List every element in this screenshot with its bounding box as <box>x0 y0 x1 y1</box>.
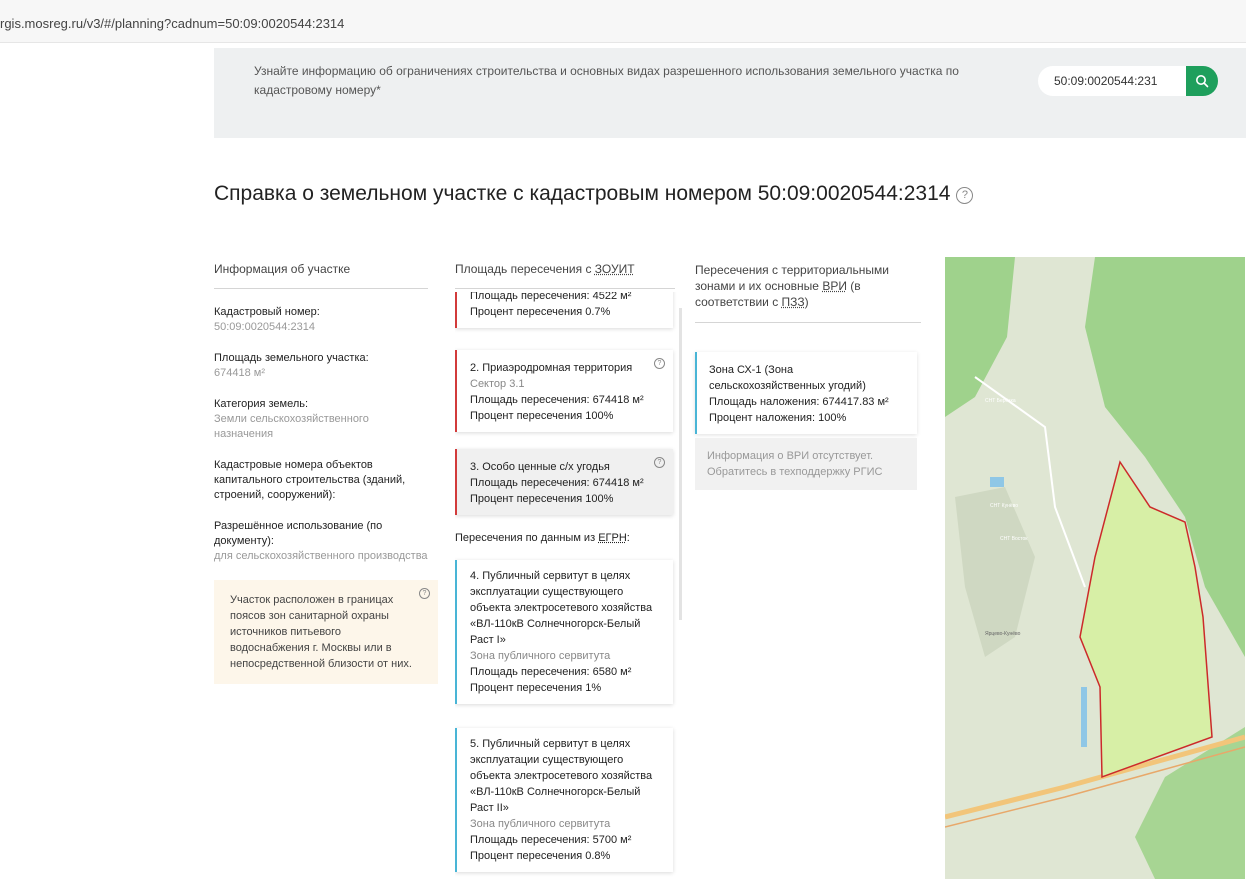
card-subtitle: Зона публичного сервитута <box>470 818 611 830</box>
browser-address-bar[interactable]: rgis.mosreg.ru/v3/#/planning?cadnum=50:0… <box>0 0 1246 43</box>
card-title: 5. Публичный сервитут в целях эксплуатац… <box>470 738 653 814</box>
zouit-column: Площадь пересечения с ЗОУИТ Площадь пере… <box>455 262 680 879</box>
egrn-card-4: 4. Публичный сервитут в целях эксплуатац… <box>455 560 673 704</box>
card-area: Площадь пересечения: 674418 м² <box>470 477 644 489</box>
help-icon[interactable]: ? <box>956 187 974 204</box>
card-subtitle: Зона публичного сервитута <box>470 650 611 662</box>
zone-area: Площадь наложения: 674417.83 м² <box>709 396 889 408</box>
field-permitted-use: Разрешённое использование (по документу)… <box>214 519 428 564</box>
card-percent: Процент пересечения 100% <box>470 493 614 505</box>
field-area: Площадь земельного участка: 674418 м² <box>214 351 428 381</box>
card-area: Площадь пересечения: 5700 м² <box>470 834 632 846</box>
map-label-yartsevo: Ярцево-Кунёво <box>985 631 1021 637</box>
card-area: Площадь пересечения: 674418 м² <box>470 394 644 406</box>
card-subtitle: Сектор 3.1 <box>470 378 525 390</box>
zouit-link[interactable]: ЗОУИТ <box>595 262 635 276</box>
zouit-header-text: Площадь пересечения с <box>455 262 595 276</box>
egrn-header-suffix: : <box>626 532 630 544</box>
egrn-header: Пересечения по данным из ЕГРН: <box>455 532 630 544</box>
card-title: 2. Приаэродромная территория <box>470 362 633 374</box>
card-title: 4. Публичный сервитут в целях эксплуатац… <box>470 570 653 646</box>
map-label-berezka: СНТ Берёзка <box>985 398 1016 404</box>
sanitary-zone-note: Участок расположен в границах поясов зон… <box>214 580 438 684</box>
help-icon[interactable]: ? <box>654 457 665 468</box>
page-title: Справка о земельном участке с кадастровы… <box>214 182 974 206</box>
card-title: 3. Особо ценные с/х угодья <box>470 461 610 473</box>
zouit-card-2: ? 2. Приаэродромная территория Сектор 3.… <box>455 350 673 432</box>
cadastral-search-input[interactable] <box>1038 66 1186 96</box>
field-label: Категория земель: <box>214 398 309 410</box>
zouit-header: Площадь пересечения с ЗОУИТ <box>455 262 675 289</box>
browser-url[interactable]: rgis.mosreg.ru/v3/#/planning?cadnum=50:0… <box>0 16 344 31</box>
zone-percent: Процент наложения: 100% <box>709 412 847 424</box>
search-icon <box>1196 75 1209 88</box>
help-icon[interactable]: ? <box>654 358 665 369</box>
search-panel: Узнайте информацию об ограничениях строи… <box>214 48 1246 138</box>
zones-header-suffix: ) <box>804 295 809 309</box>
parcel-info-header: Информация об участке <box>214 262 428 289</box>
vri-link[interactable]: ВРИ <box>822 279 847 293</box>
card-percent: Процент пересечения 0.7% <box>470 306 611 318</box>
vri-missing-info: Информация о ВРИ отсутствует. Обратитесь… <box>695 438 917 490</box>
zouit-card-1: Площадь пересечения: 4522 м² Процент пер… <box>455 292 673 328</box>
card-area: Площадь пересечения: 6580 м² <box>470 666 632 678</box>
help-icon[interactable]: ? <box>419 588 430 599</box>
card-percent: Процент пересечения 0.8% <box>470 850 611 862</box>
map-label-kunevo: СНТ Кунёво <box>990 503 1018 509</box>
page-title-text: Справка о земельном участке с кадастровы… <box>214 182 951 205</box>
map-canvas: СНТ Берёзка СНТ Кунёво СНТ Восток Ярцево… <box>945 257 1245 879</box>
field-label: Кадастровый номер: <box>214 306 320 318</box>
field-label: Кадастровые номера объектов капитального… <box>214 459 406 501</box>
egrn-link[interactable]: ЕГРН <box>598 532 627 544</box>
note-text: Участок расположен в границах поясов зон… <box>230 594 412 670</box>
zone-title: Зона СХ-1 (Зона сельскохозяйственных уго… <box>709 364 866 392</box>
map-view[interactable]: СНТ Берёзка СНТ Кунёво СНТ Восток Ярцево… <box>945 257 1245 879</box>
field-label: Разрешённое использование (по документу)… <box>214 520 383 547</box>
field-land-category: Категория земель: Земли сельскохозяйстве… <box>214 397 428 442</box>
field-value: 674418 м² <box>214 367 265 379</box>
zouit-scroll-area[interactable]: Площадь пересечения: 4522 м² Процент пер… <box>455 292 681 879</box>
search-hint: Узнайте информацию об ограничениях строи… <box>254 64 959 97</box>
field-value: для сельскохозяйственного производства <box>214 550 428 562</box>
zones-column: Пересечения с территориальными зонами и … <box>695 262 921 490</box>
egrn-card-5: 5. Публичный сервитут в целях эксплуатац… <box>455 728 673 872</box>
card-area: Площадь пересечения: 4522 м² <box>470 292 632 302</box>
card-percent: Процент пересечения 100% <box>470 410 614 422</box>
search-button[interactable] <box>1186 66 1218 96</box>
parcel-info-column: Информация об участке Кадастровый номер:… <box>214 262 438 684</box>
field-value: Земли сельскохозяйственного назначения <box>214 413 369 440</box>
zouit-card-3: ? 3. Особо ценные с/х угодья Площадь пер… <box>455 449 673 515</box>
map-label-vostok: СНТ Восток <box>1000 536 1028 542</box>
field-cadastral-number: Кадастровый номер: 50:09:0020544:2314 <box>214 305 428 335</box>
zouit-scrollbar[interactable] <box>679 308 682 620</box>
card-percent: Процент пересечения 1% <box>470 682 602 694</box>
zone-card: Зона СХ-1 (Зона сельскохозяйственных уго… <box>695 352 917 434</box>
field-value: 50:09:0020544:2314 <box>214 321 315 333</box>
egrn-header-text: Пересечения по данным из <box>455 532 599 544</box>
pzz-link[interactable]: ПЗЗ <box>782 295 805 309</box>
zones-header: Пересечения с территориальными зонами и … <box>695 262 921 323</box>
field-capital-objects: Кадастровые номера объектов капитального… <box>214 458 428 503</box>
field-label: Площадь земельного участка: <box>214 352 369 364</box>
